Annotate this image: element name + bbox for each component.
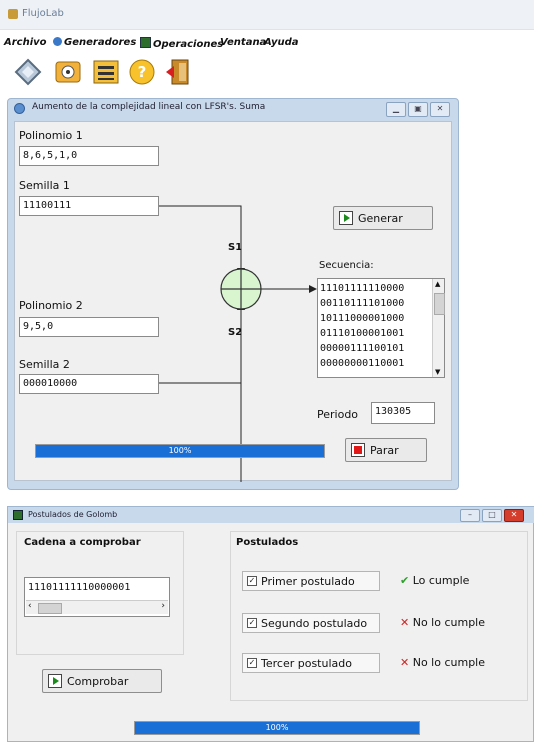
golomb-minimize-button[interactable]: – <box>460 509 480 522</box>
tercer-postulado-result: ✕ No lo cumple <box>400 656 485 669</box>
secuencia-line: 01110100001001 <box>320 328 405 339</box>
polinomio2-input[interactable]: 9,5,0 <box>19 317 159 337</box>
comprobar-button[interactable]: Comprobar <box>42 669 162 693</box>
secuencia-line: 00000000110001 <box>320 358 405 369</box>
checkbox-icon: ✓ <box>247 658 257 668</box>
list-icon <box>93 60 119 84</box>
cadena-label: Cadena a comprobar <box>24 537 141 548</box>
primer-postulado-result: ✔ Lo cumple <box>400 574 470 587</box>
scroll-thumb <box>434 293 445 315</box>
golomb-window-icon <box>13 510 23 520</box>
golomb-close-button[interactable]: ✕ <box>504 509 524 522</box>
cadena-hscrollbar[interactable]: ‹ › <box>26 600 168 614</box>
svg-text:?: ? <box>138 63 147 81</box>
semilla2-input[interactable]: 000010000 <box>19 374 159 394</box>
segundo-postulado-result: ✕ No lo cumple <box>400 616 485 629</box>
secuencia-line: 00000111100101 <box>320 343 405 354</box>
golomb-window: Postulados de Golomb – □ ✕ Cadena a comp… <box>7 506 534 742</box>
s1-label: S1 <box>228 242 243 253</box>
cadena-textbox[interactable]: 11101111110000001 ‹ › <box>24 577 170 617</box>
periodo-label: Periodo <box>317 408 359 421</box>
s2-label: S2 <box>228 327 243 338</box>
golomb-progress-bar: 100% <box>134 721 420 735</box>
wire-s1 <box>159 205 242 272</box>
menu-operaciones[interactable]: Operaciones <box>140 37 223 50</box>
operaciones-icon <box>140 37 151 48</box>
play-icon <box>48 674 62 688</box>
menu-ventana[interactable]: Ventana <box>220 37 266 48</box>
disk-icon <box>55 61 81 83</box>
window-app-icon <box>14 103 25 114</box>
scroll-up-icon: ▲ <box>435 280 441 288</box>
lfsr-window-title: Aumento de la complejidad lineal con LFS… <box>32 102 266 112</box>
parar-button[interactable]: Parar <box>345 438 427 462</box>
tercer-postulado-checkbox[interactable]: ✓ Tercer postulado <box>242 653 380 673</box>
help-icon: ? <box>129 59 155 85</box>
app-logo-icon <box>8 9 18 19</box>
checkbox-icon: ✓ <box>247 618 257 628</box>
wire-s2-in <box>159 306 242 384</box>
toolbar-disk-button[interactable] <box>52 56 84 88</box>
cross-icon: ✕ <box>400 656 410 669</box>
cadena-value: 11101111110000001 <box>28 582 131 593</box>
lfsr-progress-bar: 100% <box>35 444 325 458</box>
golomb-window-title: Postulados de Golomb <box>28 510 118 519</box>
exit-door-icon <box>166 59 189 85</box>
generadores-icon <box>53 37 62 46</box>
primer-postulado-checkbox[interactable]: ✓ Primer postulado <box>242 571 380 591</box>
menu-generadores[interactable]: Generadores <box>53 37 136 48</box>
menu-archivo[interactable]: Archivo <box>4 37 47 48</box>
secuencia-line: 00110111101000 <box>320 298 405 309</box>
maximize-button[interactable]: ▣ <box>408 102 428 117</box>
postulados-label: Postulados <box>236 537 299 548</box>
check-icon: ✔ <box>400 574 410 587</box>
toolbar-list-button[interactable] <box>90 56 122 88</box>
scroll-down-icon: ▼ <box>435 368 441 376</box>
golomb-maximize-button[interactable]: □ <box>482 509 502 522</box>
secuencia-textarea[interactable]: 11101111110000 00110111101000 101110000010… <box>317 278 445 378</box>
lfsr-progress-text: 100% <box>168 446 192 455</box>
arrow-out <box>309 285 317 293</box>
segundo-postulado-checkbox[interactable]: ✓ Segundo postulado <box>242 613 380 633</box>
secuencia-label: Secuencia: <box>319 260 374 271</box>
toolbar-exit-button[interactable] <box>164 56 196 88</box>
hscroll-thumb <box>38 603 62 614</box>
scroll-left-icon: ‹ <box>28 601 32 611</box>
semilla2-label: Semilla 2 <box>19 358 70 371</box>
secuencia-line: 11101111110000 <box>320 283 405 294</box>
checkbox-icon: ✓ <box>247 576 257 586</box>
minimize-button[interactable]: ▁ <box>386 102 406 117</box>
cross-icon: ✕ <box>400 616 410 629</box>
secuencia-line: 10111000001000 <box>320 313 405 324</box>
lfsr-panel: Polinomio 1 8,6,5,1,0 Semilla 1 11100111… <box>14 121 452 482</box>
golomb-progress-text: 100% <box>265 723 289 732</box>
app-title: FlujoLab <box>22 8 64 19</box>
periodo-field: 130305 <box>371 402 435 424</box>
app-titlebar <box>0 0 534 30</box>
scroll-right-icon: › <box>161 601 165 611</box>
secuencia-scrollbar[interactable]: ▲ ▼ <box>432 279 445 377</box>
toolbar-diamond-button[interactable] <box>12 56 44 88</box>
toolbar-help-button[interactable]: ? <box>126 56 158 88</box>
menubar: Archivo Generadores Operaciones Ventana … <box>0 37 534 55</box>
diamond-icon <box>14 58 42 86</box>
lfsr-sum-window: Aumento de la complejidad lineal con LFS… <box>7 98 459 490</box>
menu-ayuda[interactable]: Ayuda <box>264 37 299 48</box>
close-button[interactable]: ✕ <box>430 102 450 117</box>
stop-icon <box>351 443 365 457</box>
polinomio2-label: Polinomio 2 <box>19 299 83 312</box>
